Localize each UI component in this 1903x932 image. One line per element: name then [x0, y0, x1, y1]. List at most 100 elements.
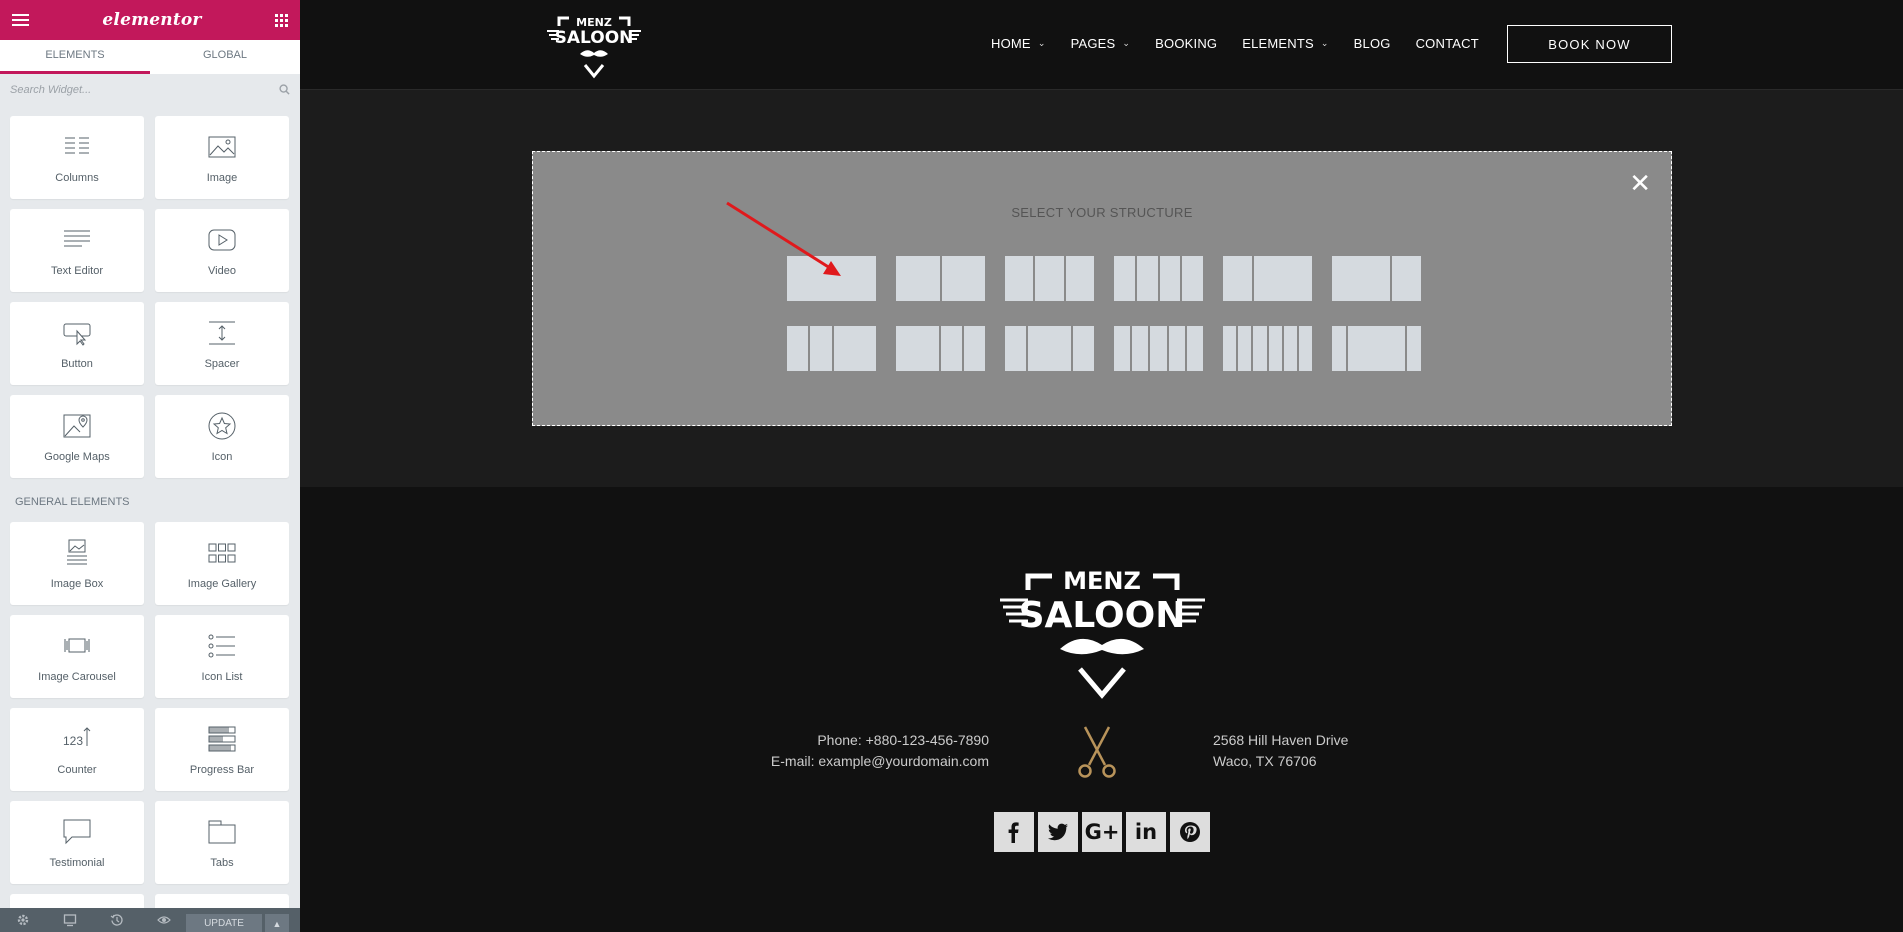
contact-info-left: Phone: +880-123-456-7890 E-mail: example… [771, 730, 989, 772]
footer-logo: MENZ SALOON [1000, 567, 1205, 699]
preset-column [1254, 256, 1312, 301]
section-title-general: GENERAL ELEMENTS [15, 496, 130, 508]
structure-preset[interactable] [787, 256, 876, 301]
widget-icon-list[interactable]: Icon List [155, 615, 289, 698]
chevron-down-icon: ⌄ [1320, 38, 1329, 48]
widget-label: Icon List [201, 670, 243, 683]
widget-text-editor[interactable]: Text Editor [10, 209, 144, 292]
search-input[interactable] [0, 74, 300, 106]
general-widgets: Image Box Image Gallery Image Carousel I… [0, 522, 300, 924]
search-icon [279, 84, 290, 95]
email-text: E-mail: example@yourdomain.com [770, 753, 989, 769]
widget-image-box[interactable]: Image Box [10, 522, 144, 605]
widget-columns[interactable]: Columns [10, 116, 144, 199]
select-structure-panel: ✕ SELECT YOUR STRUCTURE [532, 151, 1672, 426]
widget-label: Video [208, 264, 236, 277]
structure-preset[interactable] [1114, 256, 1203, 301]
widgets-grid-icon[interactable] [274, 13, 288, 27]
widget-spacer[interactable]: Spacer [155, 302, 289, 385]
nav-item-elements[interactable]: ELEMENTS ⌄ [1242, 36, 1328, 51]
chevron-down-icon: ⌄ [1122, 38, 1131, 48]
preset-column [1159, 256, 1181, 301]
video-icon [208, 229, 236, 250]
structure-preset[interactable] [1223, 326, 1313, 371]
nav-item-blog[interactable]: BLOG [1354, 36, 1391, 51]
widget-testimonial[interactable]: Testimonial [10, 801, 144, 884]
widget-label: Spacer [204, 357, 240, 370]
chevron-down-icon: ⌄ [1037, 38, 1046, 48]
linkedin-icon[interactable]: in [1126, 812, 1166, 852]
widget-search [0, 74, 300, 106]
structure-preset[interactable] [1005, 256, 1094, 301]
widget-tabs[interactable]: Tabs [155, 801, 289, 884]
structure-preset[interactable] [1223, 256, 1312, 301]
structure-preset[interactable] [787, 326, 876, 371]
street-text: 2568 Hill Haven Drive [1213, 732, 1349, 748]
widget-icon[interactable]: Icon [155, 395, 289, 478]
pinterest-icon[interactable] [1170, 812, 1210, 852]
svg-text:MENZ: MENZ [1063, 567, 1141, 595]
city-text: Waco, TX 76706 [1213, 753, 1317, 769]
preset-column [941, 256, 985, 301]
widget-image-carousel[interactable]: Image Carousel [10, 615, 144, 698]
structure-preset[interactable] [896, 326, 985, 371]
preset-column [1223, 256, 1252, 301]
chevron-up-icon[interactable]: ▲ [265, 914, 289, 932]
widget-counter[interactable]: 123 Counter [10, 708, 144, 791]
panel-footer: UPDATE ▲ [0, 908, 300, 932]
widget-image-gallery[interactable]: Image Gallery [155, 522, 289, 605]
tab-elements[interactable]: ELEMENTS [0, 40, 150, 74]
structure-presets-row-1 [787, 256, 1421, 301]
google-plus-icon[interactable]: G+ [1082, 812, 1122, 852]
spacer-icon [209, 321, 235, 344]
widget-progress-bar[interactable]: Progress Bar [155, 708, 289, 791]
nav-item-home[interactable]: HOME ⌄ [991, 36, 1046, 51]
preset-column [1238, 326, 1252, 371]
update-button[interactable]: UPDATE [186, 914, 262, 932]
settings-icon[interactable] [16, 913, 30, 927]
text-editor-icon [64, 230, 90, 246]
svg-text:SALOON: SALOON [1019, 595, 1186, 636]
widget-label: Image Gallery [187, 577, 257, 590]
history-icon[interactable] [110, 913, 124, 927]
structure-preset[interactable] [1332, 326, 1422, 371]
responsive-icon[interactable] [63, 913, 77, 927]
svg-text:123: 123 [63, 734, 83, 748]
widget-label: Icon [211, 450, 233, 463]
star-icon [208, 412, 236, 439]
widget-label: Columns [55, 171, 99, 184]
widget-label: Image [206, 171, 238, 184]
tabs-icon [208, 820, 236, 843]
preview-eye-icon[interactable] [157, 913, 171, 927]
progress-bar-icon [208, 726, 236, 751]
twitter-icon[interactable] [1038, 812, 1078, 852]
close-icon[interactable]: ✕ [1629, 170, 1651, 196]
menu-icon[interactable] [12, 14, 29, 26]
widget-image[interactable]: Image [155, 116, 289, 199]
structure-preset[interactable] [1332, 256, 1421, 301]
nav-item-pages[interactable]: PAGES ⌄ [1071, 36, 1131, 51]
nav-item-booking[interactable]: BOOKING [1155, 36, 1217, 51]
nav-item-contact[interactable]: CONTACT [1416, 36, 1479, 51]
widget-label: Button [61, 357, 93, 370]
facebook-icon[interactable] [994, 812, 1034, 852]
site-logo[interactable]: MENZ SALOON [545, 13, 643, 81]
widget-button[interactable]: Button [10, 302, 144, 385]
widget-google-maps[interactable]: Google Maps [10, 395, 144, 478]
brand-logo: elementor [102, 10, 202, 30]
preset-column [1406, 326, 1422, 371]
widget-label: Counter [57, 763, 97, 776]
widget-video[interactable]: Video [155, 209, 289, 292]
tab-global[interactable]: GLOBAL [150, 40, 300, 74]
widget-label: Image Box [50, 577, 104, 590]
structure-preset[interactable] [896, 256, 985, 301]
preset-column [787, 326, 809, 371]
book-now-button[interactable]: BOOK NOW [1507, 25, 1672, 63]
preset-column [1028, 326, 1071, 371]
elementor-panel: elementor ELEMENTS GLOBAL Columns Image [0, 0, 300, 932]
main-nav: HOME ⌄ PAGES ⌄ BOOKING ELEMENTS ⌄ BLOG CONT… [991, 36, 1504, 51]
structure-preset[interactable] [1005, 326, 1094, 371]
structure-preset[interactable] [1114, 326, 1204, 371]
image-carousel-icon [64, 638, 90, 652]
preset-column [1005, 326, 1027, 371]
